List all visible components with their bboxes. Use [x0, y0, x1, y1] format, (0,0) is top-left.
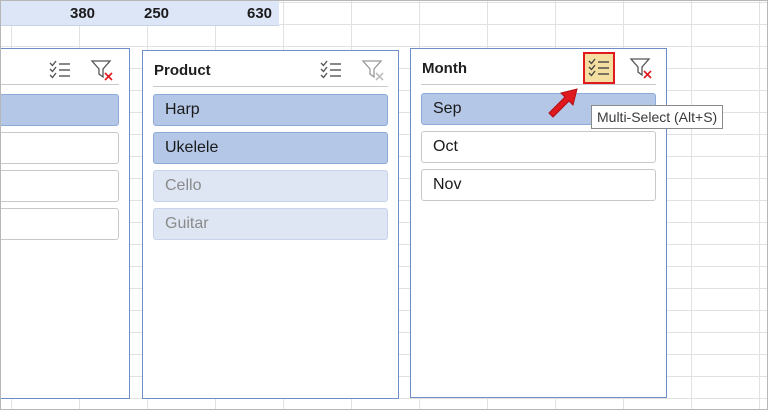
clear-filter-icon[interactable] — [90, 58, 114, 82]
slicer-title: Product — [154, 62, 211, 79]
cell-value-3[interactable]: 630 — [247, 5, 272, 22]
cell-value-2[interactable]: 250 — [144, 5, 169, 22]
multi-select-icon[interactable] — [319, 58, 343, 82]
slicer-header-divider — [421, 84, 656, 85]
slicer-title: Month — [422, 60, 467, 77]
clear-filter-icon[interactable] — [361, 58, 385, 82]
slicer-product[interactable]: Product Harp Ukelele Cello Guitar — [142, 50, 399, 399]
slicer-item-harp[interactable]: Harp — [153, 94, 388, 126]
slicer-item-nov[interactable]: Nov — [421, 169, 656, 201]
cell-value-1[interactable]: 380 — [70, 5, 95, 22]
slicer-item-ukelele[interactable]: Ukelele — [153, 132, 388, 164]
clear-filter-icon[interactable] — [629, 56, 653, 80]
multi-select-icon[interactable] — [587, 56, 611, 80]
slicer-item-cello[interactable]: Cello — [153, 170, 388, 202]
slicer-header-divider — [153, 86, 388, 87]
slicer-item[interactable] — [1, 208, 119, 240]
slicer-month[interactable]: Month Sep Oct Nov — [410, 48, 667, 398]
slicer-item[interactable] — [1, 170, 119, 202]
multi-select-icon[interactable] — [48, 58, 72, 82]
slicer-item[interactable] — [1, 132, 119, 164]
slicer-left[interactable] — [1, 48, 130, 399]
slicer-header-divider — [1, 84, 119, 85]
worksheet-total-row — [1, 1, 279, 26]
slicer-item-oct[interactable]: Oct — [421, 131, 656, 163]
spreadsheet-area: 380 250 630 Product Harp Ukelele Cello G… — [0, 0, 768, 410]
multi-select-tooltip: Multi-Select (Alt+S) — [591, 105, 724, 129]
arrow-pointer-icon — [548, 88, 578, 118]
slicer-item-guitar[interactable]: Guitar — [153, 208, 388, 240]
slicer-item[interactable] — [1, 94, 119, 126]
multi-select-button-highlight[interactable] — [583, 52, 615, 84]
